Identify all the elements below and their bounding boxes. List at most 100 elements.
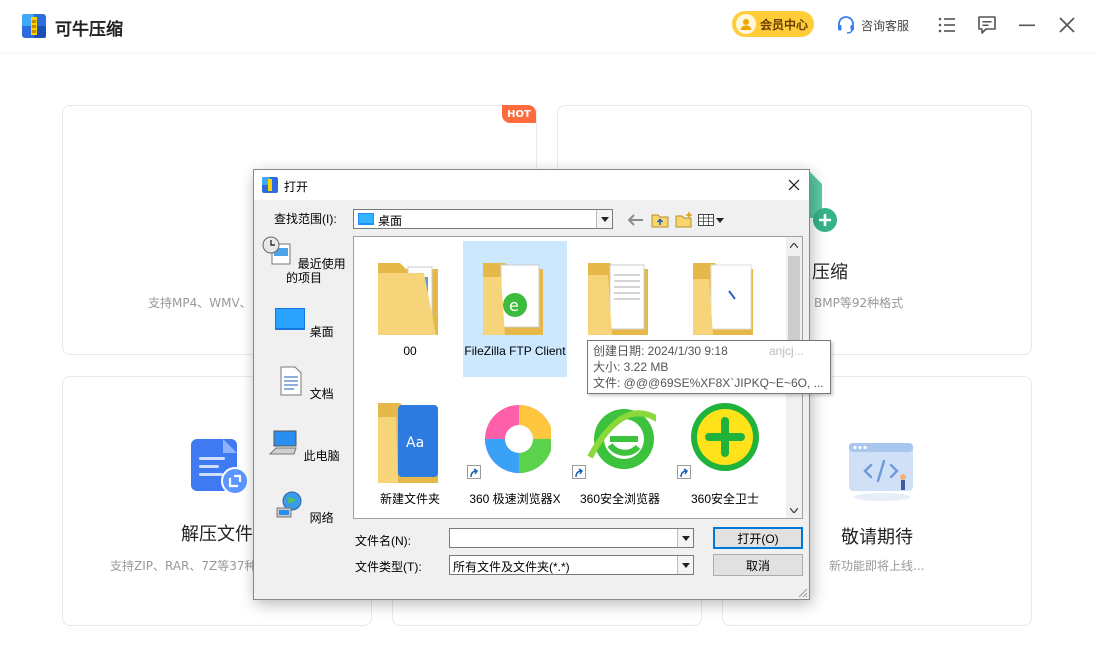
extract-card-title: 解压文件 — [181, 524, 253, 545]
minimize-button[interactable] — [1016, 14, 1038, 36]
customer-service-button[interactable]: 咨询客服 — [836, 15, 909, 35]
up-folder-icon — [651, 214, 669, 228]
360-speed-browser-icon — [485, 405, 551, 473]
tooltip-files: 文件: @@@69SE%XF8X`JIPKQ~E~6O, ... — [593, 376, 824, 390]
close-icon — [1059, 17, 1075, 33]
file-item-360-safe-guard[interactable]: 360安全卫士 — [673, 389, 777, 525]
feedback-button[interactable] — [976, 14, 998, 36]
coming-soon-title: 敬请期待 — [841, 527, 913, 548]
menu-list-button[interactable] — [936, 14, 958, 36]
shortcut-arrow-icon — [572, 465, 586, 479]
scroll-up-button[interactable] — [786, 237, 802, 253]
app-title-bar: 可牛压缩 会员中心 咨询客服 — [0, 0, 1097, 52]
file-type-value: 所有文件及文件夹(*.*) — [453, 560, 570, 574]
file-name-input[interactable] — [449, 528, 694, 548]
place-this-pc-label: 此电脑 — [303, 449, 340, 463]
headset-icon — [838, 16, 854, 34]
tooltip-created: 创建日期: 2024/1/30 9:18 — [593, 344, 728, 358]
view-grid-icon — [698, 214, 724, 226]
tooltip-size: 大小: 3.22 MB — [593, 360, 669, 374]
folder-icon — [378, 263, 438, 335]
desktop-small-icon — [358, 213, 374, 225]
places-bar: 最近使用的项目 桌面 文档 此电脑 网络 — [262, 236, 346, 525]
dialog-title-bar[interactable]: 打开 — [254, 170, 809, 200]
place-recent[interactable]: 最近使用的项目 — [262, 236, 346, 285]
place-desktop-label: 桌面 — [309, 325, 334, 339]
folder-translate-icon: Aa — [378, 403, 438, 483]
file-item-label: 新建文件夹 — [379, 492, 440, 506]
hot-badge: HOT — [502, 105, 536, 123]
shortcut-arrow-icon — [677, 465, 691, 479]
file-item-label: 360安全浏览器 — [579, 492, 661, 506]
cancel-button[interactable]: 取消 — [713, 554, 803, 576]
close-icon — [788, 179, 800, 191]
image-card-title: 压缩 — [812, 262, 848, 283]
chevron-down-icon[interactable] — [677, 556, 693, 574]
recent-items-icon — [262, 236, 291, 265]
up-folder-button[interactable] — [650, 211, 670, 229]
file-item-360-secure-browser[interactable]: 360安全浏览器 — [568, 389, 672, 525]
chevron-down-icon[interactable] — [677, 529, 693, 547]
file-item-new-folder[interactable]: Aa 新建文件夹 — [358, 389, 462, 525]
folder-pen-icon — [693, 263, 753, 335]
vip-center-label: 会员中心 — [760, 17, 809, 32]
scrollbar-thumb[interactable] — [788, 256, 800, 340]
dialog-title: 打开 — [284, 180, 309, 194]
file-type-label: 文件类型(T): — [355, 560, 422, 574]
file-item-label: 00 — [403, 344, 417, 358]
back-button[interactable] — [626, 211, 646, 229]
look-in-label: 查找范围(I): — [274, 212, 337, 226]
chevron-down-icon[interactable] — [596, 210, 612, 228]
vip-center-button[interactable]: 会员中心 — [732, 11, 814, 37]
back-arrow-icon — [628, 214, 643, 226]
file-item-folder-00[interactable]: 00 — [358, 241, 462, 377]
scroll-down-button[interactable] — [786, 502, 802, 518]
shortcut-arrow-icon — [467, 465, 481, 479]
place-recent-label: 最近使用的项目 — [285, 257, 346, 285]
code-window-icon — [849, 443, 913, 501]
file-name-label: 文件名(N): — [355, 534, 411, 548]
view-menu-button[interactable] — [698, 211, 726, 229]
dialog-close-button[interactable] — [785, 176, 803, 194]
file-item-label: 360 极速浏览器X — [469, 492, 561, 506]
place-documents-label: 文档 — [309, 387, 334, 401]
place-documents[interactable]: 文档 — [262, 366, 346, 401]
computer-icon — [269, 430, 298, 455]
folder-filezilla-icon: e — [483, 263, 543, 335]
tooltip-partial-name: anjcj... — [769, 344, 804, 358]
minimize-icon — [1019, 24, 1035, 27]
image-card-desc: BMP等92种格式 — [814, 296, 904, 310]
file-info-tooltip: 创建日期: 2024/1/30 9:18 anjcj... 大小: 3.22 M… — [587, 340, 831, 394]
file-type-select[interactable]: 所有文件及文件夹(*.*) — [449, 555, 694, 575]
network-globe-icon — [276, 491, 302, 518]
file-item-360-speed-browser[interactable]: 360 极速浏览器X — [463, 389, 567, 525]
place-network[interactable]: 网络 — [262, 490, 346, 525]
video-card-desc: 支持MP4、WMV、 — [148, 296, 252, 310]
place-network-label: 网络 — [309, 511, 334, 525]
look-in-combobox[interactable]: 桌面 — [353, 209, 613, 229]
desktop-icon — [275, 308, 306, 330]
place-desktop[interactable]: 桌面 — [262, 304, 346, 339]
app-logo-small-icon — [262, 177, 278, 193]
file-item-label: 360安全卫士 — [690, 492, 760, 506]
folder-documents-icon — [588, 263, 648, 335]
svg-text:e: e — [509, 296, 519, 315]
chevron-up-icon — [790, 242, 798, 248]
documents-icon — [280, 366, 302, 396]
file-item-filezilla[interactable]: e FileZilla FTP Client — [463, 241, 567, 377]
chevron-down-icon — [790, 507, 798, 513]
open-button[interactable]: 打开(O) — [713, 527, 803, 549]
file-item-label: FileZilla FTP Client — [464, 344, 566, 358]
extract-file-icon — [191, 439, 249, 495]
customer-service-label: 咨询客服 — [861, 18, 910, 33]
place-this-pc[interactable]: 此电脑 — [262, 428, 346, 463]
new-folder-button[interactable] — [674, 211, 694, 229]
look-in-value: 桌面 — [378, 214, 403, 228]
new-folder-icon — [675, 212, 692, 228]
resize-grip-icon[interactable] — [796, 586, 808, 598]
app-title: 可牛压缩 — [55, 20, 123, 40]
coming-soon-desc: 新功能即将上线... — [829, 559, 925, 573]
extract-card-desc: 支持ZIP、RAR、7Z等37种 — [110, 559, 257, 573]
user-avatar-icon — [736, 14, 756, 34]
close-app-button[interactable] — [1056, 14, 1078, 36]
